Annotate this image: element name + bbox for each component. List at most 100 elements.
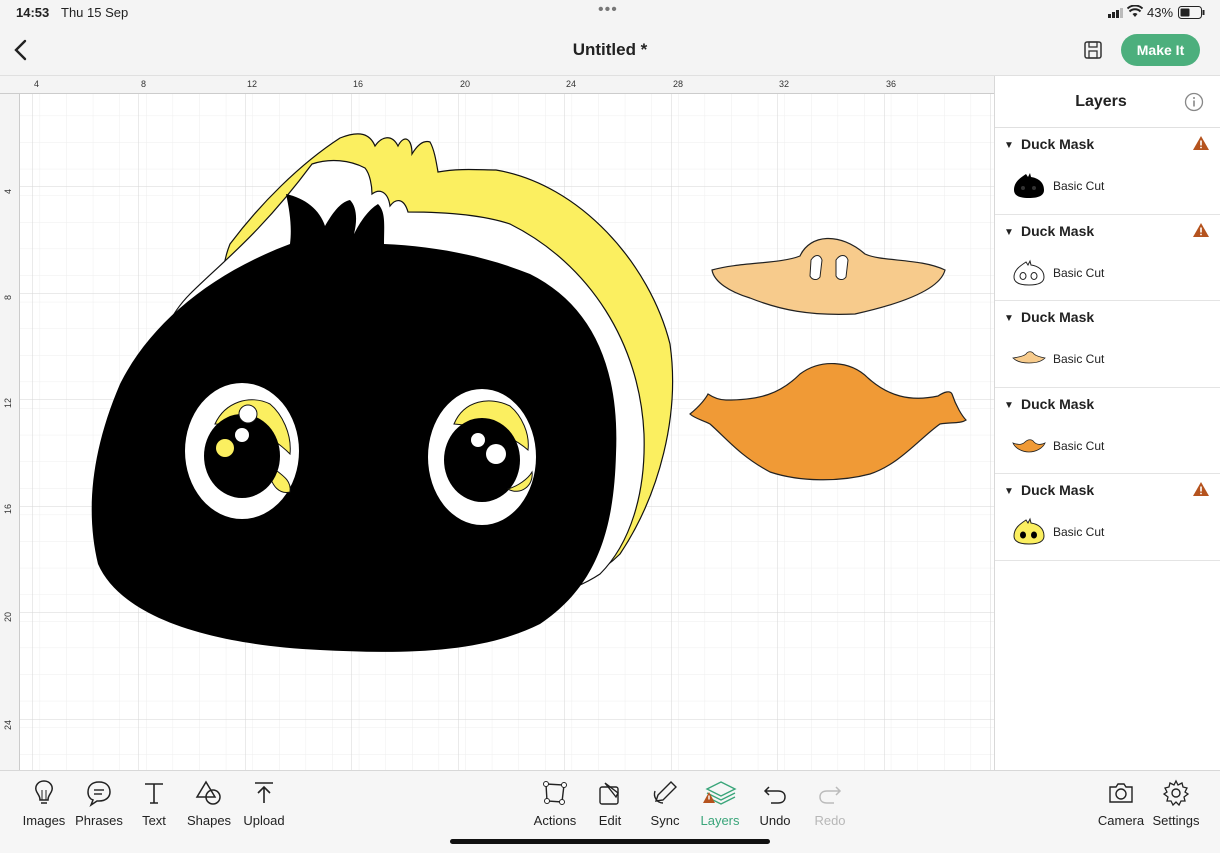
speech-bubble-icon	[87, 781, 111, 807]
redo-button[interactable]: Redo	[800, 779, 860, 828]
layer-item-label[interactable]: Basic Cut	[1053, 179, 1104, 193]
layer-group[interactable]: ▼ Duck Mask Basic Cut	[995, 215, 1220, 301]
layer-group[interactable]: ▼ Duck Mask Basic Cut	[995, 301, 1220, 388]
layer-item-label[interactable]: Basic Cut	[1053, 266, 1104, 280]
edit-icon	[599, 782, 619, 805]
redo-label: Redo	[814, 813, 846, 828]
battery-percent: 43%	[1147, 5, 1174, 20]
ruler-left: 4 8 12 16 20 24	[0, 94, 20, 770]
ruler-top-label: 24	[566, 79, 577, 89]
camera-icon	[1109, 783, 1133, 803]
ruler-top-label: 16	[353, 79, 364, 89]
info-icon[interactable]	[1184, 92, 1204, 112]
upload-label: Upload	[243, 813, 285, 828]
left-eye[interactable]	[185, 383, 299, 519]
upload-button[interactable]: Upload	[234, 779, 294, 828]
ruler-left-label: 20	[3, 611, 13, 622]
layer-thumbnail	[1012, 438, 1046, 452]
upload-icon	[255, 782, 273, 803]
actions-icon	[543, 781, 567, 805]
layer-group-name: Duck Mask	[1021, 222, 1095, 239]
battery-icon	[1178, 6, 1205, 19]
make-it-button[interactable]: Make It	[1121, 34, 1200, 66]
layers-button[interactable]: Layers	[690, 779, 750, 828]
actions-button[interactable]: Actions	[525, 779, 585, 828]
layer-item-label[interactable]: Basic Cut	[1053, 352, 1104, 366]
warning-icon[interactable]	[1192, 222, 1210, 238]
layer-group-name: Duck Mask	[1021, 136, 1095, 152]
actions-label: Actions	[533, 813, 577, 828]
project-title[interactable]: Untitled *	[0, 40, 1220, 60]
camera-button[interactable]: Camera	[1091, 779, 1151, 828]
collapse-caret-icon[interactable]: ▼	[1004, 313, 1014, 324]
collapse-caret-icon[interactable]: ▼	[1004, 486, 1014, 497]
camera-label: Camera	[1097, 813, 1145, 828]
undo-icon	[763, 786, 786, 804]
ruler-top-label: 12	[247, 79, 258, 89]
collapse-caret-icon[interactable]: ▼	[1004, 400, 1014, 411]
layer-group[interactable]: ▼ Duck Mask Basic Cut	[995, 474, 1220, 561]
layer-item-label[interactable]: Basic Cut	[1053, 439, 1104, 453]
layer-thumbnail	[1012, 351, 1046, 364]
lightbulb-icon	[35, 780, 53, 804]
collapse-caret-icon[interactable]: ▼	[1004, 227, 1014, 238]
layer-item-label[interactable]: Basic Cut	[1053, 525, 1104, 539]
text-t-icon	[145, 783, 163, 804]
sync-label: Sync	[650, 813, 680, 828]
ruler-top-label: 28	[673, 79, 684, 89]
warning-icon[interactable]	[1192, 481, 1210, 497]
status-bar: 14:53 Thu 15 Sep ••• 43%	[0, 0, 1220, 26]
layers-panel: Layers ▼ Duck Mask Basic Cut ▼ Duck Mask…	[994, 76, 1220, 770]
shapes-icon	[195, 780, 221, 805]
edit-button[interactable]: Edit	[580, 779, 640, 828]
ruler-top-label: 20	[460, 79, 471, 89]
undo-button[interactable]: Undo	[745, 779, 805, 828]
settings-label: Settings	[1152, 813, 1200, 828]
save-icon[interactable]	[1082, 39, 1104, 61]
images-button[interactable]: Images	[14, 779, 74, 828]
text-button[interactable]: Text	[124, 779, 184, 828]
sync-button[interactable]: Sync	[635, 779, 695, 828]
wifi-icon	[1127, 5, 1143, 17]
images-label: Images	[22, 813, 66, 828]
layer-thumbnail	[1013, 517, 1045, 545]
multitask-dots-icon[interactable]: •••	[598, 1, 618, 19]
layer-group-name: Duck Mask	[1021, 482, 1095, 498]
ruler-left-label: 12	[3, 397, 13, 408]
sync-pen-icon	[653, 781, 677, 804]
shapes-button[interactable]: Shapes	[179, 779, 239, 828]
design-canvas[interactable]	[20, 94, 994, 770]
ruler-left-label: 24	[3, 719, 13, 730]
shapes-label: Shapes	[186, 813, 232, 828]
settings-button[interactable]: Settings	[1146, 779, 1206, 828]
layer-thumbnail	[1014, 173, 1044, 198]
redo-icon	[819, 786, 842, 804]
text-label: Text	[142, 813, 166, 828]
ruler-top-label: 36	[886, 79, 897, 89]
layer-group-name: Duck Mask	[1021, 309, 1095, 325]
ruler-top-label: 4	[34, 79, 40, 89]
layers-title: Layers	[1075, 93, 1127, 110]
layer-group[interactable]: ▼ Duck Mask Basic Cut	[995, 128, 1220, 215]
gear-icon	[1162, 779, 1190, 807]
edit-label: Edit	[598, 813, 622, 828]
warning-icon[interactable]	[1192, 135, 1210, 151]
right-eye[interactable]	[428, 389, 536, 525]
clock: 14:53	[16, 5, 50, 20]
layer-group[interactable]: ▼ Duck Mask Basic Cut	[995, 388, 1220, 474]
undo-label: Undo	[759, 813, 791, 828]
ruler-left-label: 8	[3, 294, 13, 300]
ruler-top: 4 8 12 16 20 24 28 32 36	[0, 76, 994, 94]
layers-stack-icon	[703, 781, 737, 805]
layers-label: Layers	[700, 813, 740, 828]
layer-group-name: Duck Mask	[1021, 395, 1095, 412]
collapse-caret-icon[interactable]: ▼	[1004, 140, 1014, 151]
ruler-top-label: 32	[779, 79, 790, 89]
layer-thumbnail	[1013, 259, 1045, 286]
header: Untitled * Make It	[0, 26, 1220, 76]
ruler-left-label: 16	[3, 503, 13, 514]
phrases-button[interactable]: Phrases	[69, 779, 129, 828]
home-indicator[interactable]	[450, 839, 770, 844]
ruler-top-label: 8	[141, 79, 147, 89]
layers-header: Layers	[995, 76, 1220, 128]
